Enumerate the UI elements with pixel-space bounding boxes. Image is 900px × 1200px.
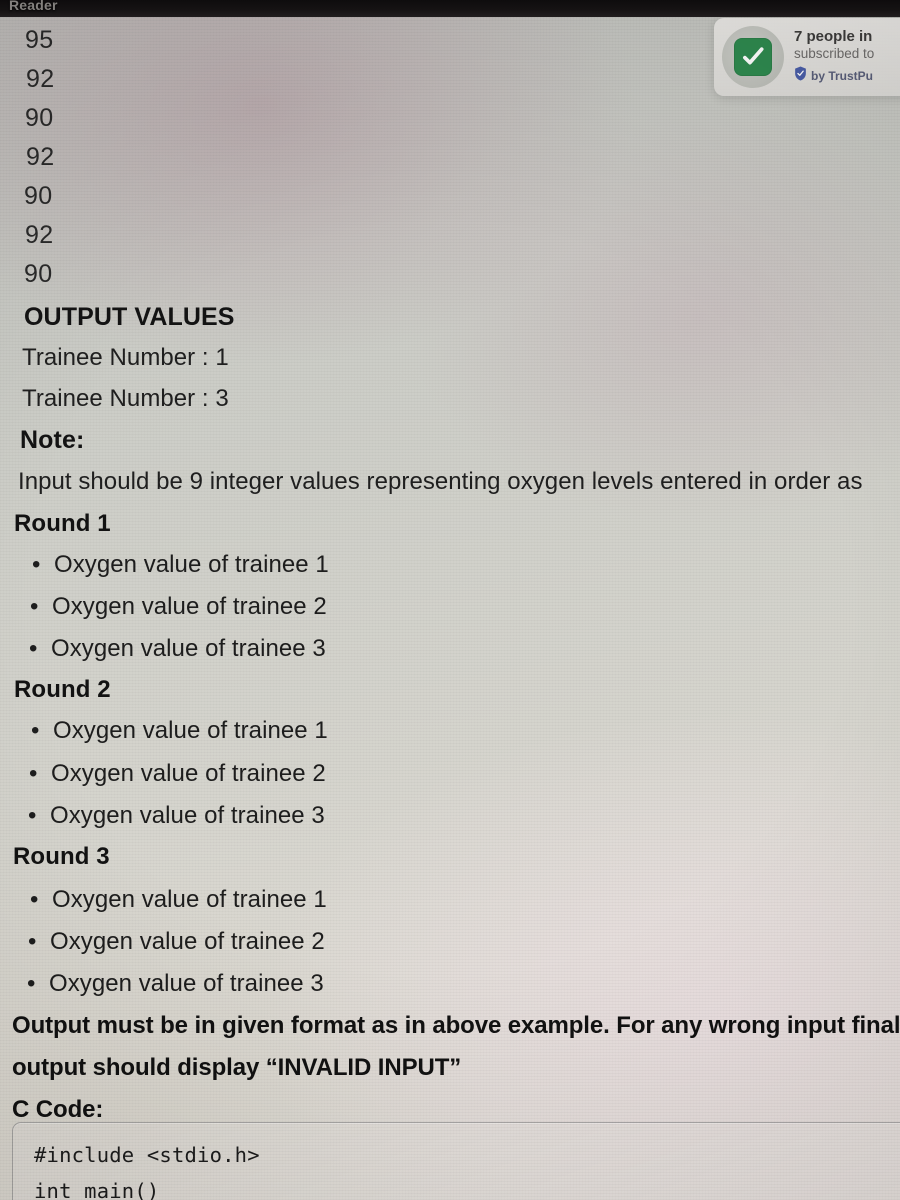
bullet-icon: • [32, 551, 41, 578]
notification-brand-text: by TrustPu [811, 68, 874, 83]
code-block: #include <stdio.h> int main() [12, 1122, 900, 1200]
code-label: C Code: [12, 1096, 104, 1123]
list-item: • Oxygen value of trainee 3 [27, 970, 324, 998]
closing-line-2: output should display “INVALID INPUT” [12, 1054, 462, 1081]
list-item: • Oxygen value of trainee 1 [31, 717, 328, 745]
sample-value: 90 [24, 182, 53, 210]
list-item-label: Oxygen value of trainee 2 [52, 593, 327, 620]
list-item-label: Oxygen value of trainee 1 [54, 551, 329, 578]
list-item: • Oxygen value of trainee 1 [32, 551, 329, 579]
notification-brand[interactable]: by TrustPu [794, 66, 900, 86]
list-item: • Oxygen value of trainee 2 [29, 760, 326, 788]
bullet-icon: • [28, 928, 37, 955]
bullet-icon: • [30, 886, 39, 913]
shield-check-icon [794, 66, 807, 86]
bezel-label: Reader [9, 0, 58, 13]
check-icon [734, 38, 772, 76]
code-line: #include <stdio.h> [34, 1143, 260, 1167]
screen-photo: 95 92 90 92 90 92 90 OUTPUT VALUES Train… [0, 0, 900, 1200]
bullet-icon: • [29, 760, 38, 787]
note-text: Input should be 9 integer values represe… [18, 468, 863, 495]
bullet-icon: • [28, 802, 37, 829]
document-body: 95 92 90 92 90 92 90 OUTPUT VALUES Train… [0, 16, 900, 1200]
note-heading: Note: [20, 426, 85, 454]
bullet-icon: • [30, 593, 39, 620]
list-item-label: Oxygen value of trainee 1 [52, 886, 327, 913]
sample-value: 90 [24, 260, 53, 288]
round-heading: Round 1 [14, 510, 111, 537]
device-bezel: Reader [0, 0, 900, 17]
notification-subline: subscribed to [794, 46, 875, 62]
round-heading: Round 2 [14, 676, 111, 703]
sample-value: 92 [25, 221, 54, 249]
list-item: • Oxygen value of trainee 2 [30, 593, 327, 621]
list-item-label: Oxygen value of trainee 3 [50, 802, 325, 829]
bullet-icon: • [31, 717, 40, 744]
list-item-label: Oxygen value of trainee 3 [51, 635, 326, 662]
output-values-heading: OUTPUT VALUES [24, 303, 235, 331]
code-line: int main() [34, 1179, 160, 1200]
bullet-icon: • [27, 970, 36, 997]
sample-value: 90 [25, 104, 54, 132]
notification-headline: 7 people in [794, 28, 873, 46]
list-item-label: Oxygen value of trainee 2 [50, 928, 325, 955]
list-item: • Oxygen value of trainee 3 [28, 802, 325, 830]
notification-avatar [722, 26, 784, 88]
list-item: • Oxygen value of trainee 3 [29, 635, 326, 663]
output-values-line: Trainee Number : 3 [22, 385, 229, 412]
notification-text: 7 people in subscribed to by TrustPu [794, 28, 900, 86]
list-item-label: Oxygen value of trainee 1 [53, 717, 328, 744]
list-item-label: Oxygen value of trainee 3 [49, 970, 324, 997]
list-item-label: Oxygen value of trainee 2 [51, 760, 326, 787]
sample-value: 95 [25, 26, 54, 54]
closing-line-1: Output must be in given format as in abo… [12, 1012, 900, 1039]
trustpulse-notification[interactable]: 7 people in subscribed to by TrustPu [714, 18, 900, 96]
list-item: • Oxygen value of trainee 2 [28, 928, 325, 956]
sample-value: 92 [26, 65, 55, 93]
list-item: • Oxygen value of trainee 1 [30, 886, 327, 914]
bullet-icon: • [29, 635, 38, 662]
round-heading: Round 3 [13, 843, 110, 870]
sample-value: 92 [26, 143, 55, 171]
output-values-line: Trainee Number : 1 [22, 344, 229, 371]
